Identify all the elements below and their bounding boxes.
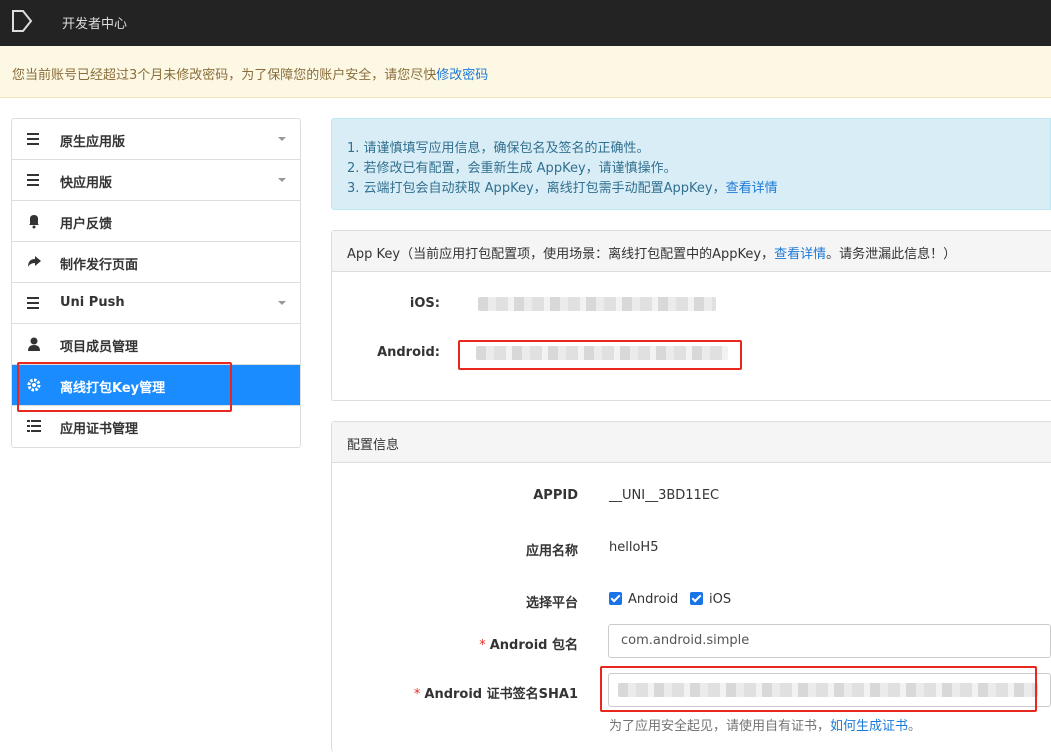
how-to-generate-cert-link[interactable]: 如何生成证书 bbox=[830, 719, 908, 734]
warning-text: 您当前账号已经超过3个月未修改密码，为了保障您的账户安全，请您尽快修改密码 bbox=[12, 68, 489, 83]
info-alert: 1. 请谨慎填写应用信息，确保包名及签名的正确性。 2. 若修改已有配置，会重新… bbox=[331, 118, 1051, 210]
menu-icon bbox=[27, 297, 39, 309]
ios-checkbox[interactable] bbox=[690, 592, 703, 605]
password-warning-banner: 您当前账号已经超过3个月未修改密码，为了保障您的账户安全，请您尽快修改密码 bbox=[0, 46, 1051, 98]
menu-icon bbox=[27, 133, 39, 145]
sidebar-item-uni-push[interactable]: Uni Push bbox=[12, 283, 300, 324]
caret-down-icon bbox=[278, 137, 286, 141]
appid-label: APPID bbox=[533, 488, 578, 503]
android-key-label: Android: bbox=[377, 345, 440, 360]
sidebar-item-release-page[interactable]: 制作发行页面 bbox=[12, 242, 300, 283]
highlight-box-android-key bbox=[458, 340, 742, 370]
sidebar-item-quick-app[interactable]: 快应用版 bbox=[12, 160, 300, 201]
sidebar-item-label: 制作发行页面 bbox=[60, 258, 139, 273]
change-password-link[interactable]: 修改密码 bbox=[436, 68, 488, 83]
sidebar-item-feedback[interactable]: 用户反馈 bbox=[12, 201, 300, 242]
platform-ios-option[interactable]: iOS bbox=[690, 592, 731, 607]
caret-down-icon bbox=[278, 301, 286, 305]
sidebar-item-certificates[interactable]: 应用证书管理 bbox=[12, 406, 300, 447]
app-name-label: 应用名称 bbox=[525, 544, 578, 559]
sidebar-item-native-app[interactable]: 原生应用版 bbox=[12, 119, 300, 160]
sidebar-item-label: 应用证书管理 bbox=[60, 422, 139, 437]
highlight-box-sidebar bbox=[17, 362, 232, 412]
package-name-label: * Android 包名 bbox=[479, 638, 578, 653]
menu-icon bbox=[27, 174, 39, 186]
android-checkbox[interactable] bbox=[609, 592, 622, 605]
appkey-details-link[interactable]: 查看详情 bbox=[774, 247, 826, 262]
platform-label: 选择平台 bbox=[525, 596, 578, 611]
appkey-panel: App Key（当前应用打包配置项，使用场景：离线打包配置中的AppKey，查看… bbox=[331, 230, 1051, 401]
app-name-value: helloH5 bbox=[609, 540, 659, 555]
app-title[interactable]: 开发者中心 bbox=[62, 13, 127, 32]
sidebar-item-label: 项目成员管理 bbox=[60, 340, 139, 355]
user-icon bbox=[28, 337, 40, 351]
ios-key-label: iOS: bbox=[409, 296, 440, 311]
platform-android-option[interactable]: Android bbox=[609, 592, 678, 607]
appkey-panel-header: App Key（当前应用打包配置项，使用场景：离线打包配置中的AppKey，查看… bbox=[332, 231, 1051, 272]
bell-icon bbox=[29, 215, 39, 229]
appid-value: __UNI__3BD11EC bbox=[609, 488, 720, 503]
sidebar-item-label: 原生应用版 bbox=[60, 135, 126, 150]
top-bar: 开发者中心 bbox=[0, 0, 1051, 46]
info-line-3: 3. 云端打包会自动获取 AppKey，离线打包需手动配置AppKey，查看详情 bbox=[347, 181, 778, 196]
config-panel-header: 配置信息 bbox=[332, 422, 1051, 463]
ios-appkey-redacted bbox=[478, 297, 716, 311]
list-icon bbox=[27, 420, 41, 432]
sidebar-item-label: 快应用版 bbox=[60, 176, 113, 191]
sha1-label: * Android 证书签名SHA1 bbox=[413, 687, 578, 702]
view-details-link[interactable]: 查看详情 bbox=[726, 181, 778, 196]
certificate-help-text: 为了应用安全起见，请使用自有证书，如何生成证书。 bbox=[609, 719, 922, 734]
caret-down-icon bbox=[278, 178, 286, 182]
sidebar-item-members[interactable]: 项目成员管理 bbox=[12, 324, 300, 365]
play-logo-icon[interactable] bbox=[10, 9, 34, 33]
share-arrow-icon bbox=[28, 256, 41, 267]
package-name-input[interactable]: com.android.simple bbox=[608, 624, 1051, 658]
sidebar-item-label: 用户反馈 bbox=[60, 217, 113, 232]
info-line-2: 2. 若修改已有配置，会重新生成 AppKey，请谨慎操作。 bbox=[347, 161, 677, 176]
highlight-box-sha1 bbox=[600, 666, 1037, 712]
info-line-1: 1. 请谨慎填写应用信息，确保包名及签名的正确性。 bbox=[347, 141, 650, 156]
sidebar-item-label: Uni Push bbox=[60, 295, 125, 310]
